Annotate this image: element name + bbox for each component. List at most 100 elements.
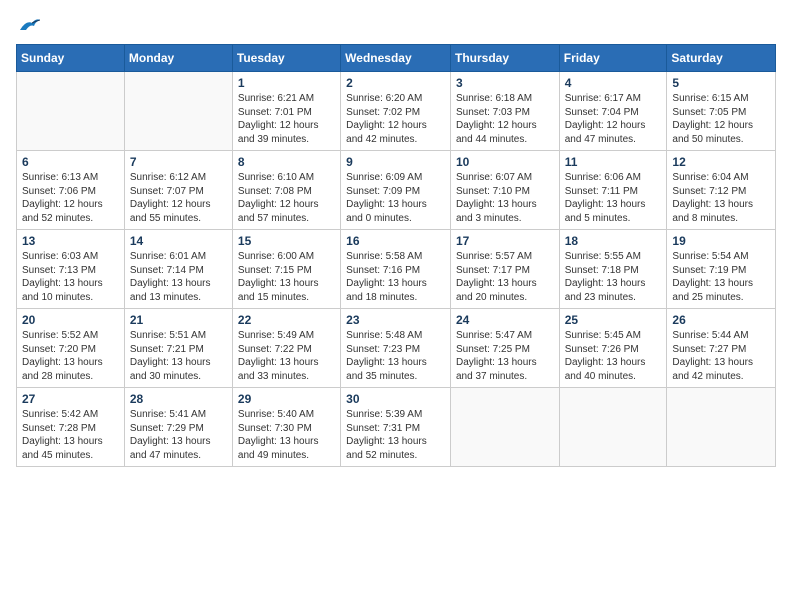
cell-content: Sunrise: 6:13 AM Sunset: 7:06 PM Dayligh… (22, 171, 119, 225)
cell-content: Sunrise: 6:03 AM Sunset: 7:13 PM Dayligh… (22, 250, 119, 304)
calendar-cell: 28Sunrise: 5:41 AM Sunset: 7:29 PM Dayli… (124, 388, 232, 467)
weekday-header-tuesday: Tuesday (232, 45, 340, 72)
calendar-cell: 17 Sunrise: 5:57 AM Sunset: 7:17 PM Dayli… (450, 230, 559, 309)
calendar-cell: 9 Sunrise: 6:09 AM Sunset: 7:09 PM Daylig… (341, 151, 451, 230)
cell-content: Sunrise: 5:57 AM Sunset: 7:17 PM Dayligh… (456, 250, 554, 304)
calendar-cell: 3 Sunrise: 6:18 AM Sunset: 7:03 PM Daylig… (450, 72, 559, 151)
calendar-cell: 22 Sunrise: 5:49 AM Sunset: 7:22 PM Dayli… (232, 309, 340, 388)
weekday-header-friday: Friday (559, 45, 667, 72)
calendar-cell: 2 Sunrise: 6:20 AM Sunset: 7:02 PM Daylig… (341, 72, 451, 151)
cell-content: Sunrise: 5:58 AM Sunset: 7:16 PM Dayligh… (346, 250, 445, 304)
cell-content: Sunrise: 5:47 AM Sunset: 7:25 PM Dayligh… (456, 329, 554, 383)
cell-content: Sunrise: 5:55 AM Sunset: 7:18 PM Dayligh… (565, 250, 662, 304)
cell-content: Sunrise: 6:10 AM Sunset: 7:08 PM Dayligh… (238, 171, 335, 225)
day-number: 19 (672, 234, 770, 248)
day-number: 9 (346, 155, 445, 169)
calendar-cell: 30 Sunrise: 5:39 AM Sunset: 7:31 PM Dayli… (341, 388, 451, 467)
day-number: 15 (238, 234, 335, 248)
cell-content: Sunrise: 5:39 AM Sunset: 7:31 PM Dayligh… (346, 408, 445, 462)
day-number: 11 (565, 155, 662, 169)
calendar-cell (124, 72, 232, 151)
page-header (16, 16, 776, 34)
calendar-cell: 12 Sunrise: 6:04 AM Sunset: 7:12 PM Dayli… (667, 151, 776, 230)
calendar-cell: 23 Sunrise: 5:48 AM Sunset: 7:23 PM Dayli… (341, 309, 451, 388)
weekday-header-saturday: Saturday (667, 45, 776, 72)
cell-content: Sunrise: 5:51 AM Sunset: 7:21 PM Dayligh… (130, 329, 227, 383)
calendar-cell (667, 388, 776, 467)
day-number: 7 (130, 155, 227, 169)
day-number: 4 (565, 76, 662, 90)
day-number: 17 (456, 234, 554, 248)
cell-content: Sunrise: 6:15 AM Sunset: 7:05 PM Dayligh… (672, 92, 770, 146)
cell-content: Sunrise: 6:12 AM Sunset: 7:07 PM Dayligh… (130, 171, 227, 225)
day-number: 30 (346, 392, 445, 406)
cell-content: Sunrise: 5:45 AM Sunset: 7:26 PM Dayligh… (565, 329, 662, 383)
calendar-cell: 19 Sunrise: 5:54 AM Sunset: 7:19 PM Dayli… (667, 230, 776, 309)
day-number: 6 (22, 155, 119, 169)
logo (16, 16, 40, 34)
day-number: 26 (672, 313, 770, 327)
cell-content: Sunrise: 5:42 AM Sunset: 7:28 PM Dayligh… (22, 408, 119, 462)
calendar-cell (17, 72, 125, 151)
day-number: 23 (346, 313, 445, 327)
day-number: 14 (130, 234, 227, 248)
calendar-cell: 1Sunrise: 6:21 AM Sunset: 7:01 PM Daylig… (232, 72, 340, 151)
calendar-week-row: 1Sunrise: 6:21 AM Sunset: 7:01 PM Daylig… (17, 72, 776, 151)
cell-content: Sunrise: 5:49 AM Sunset: 7:22 PM Dayligh… (238, 329, 335, 383)
calendar-cell: 18 Sunrise: 5:55 AM Sunset: 7:18 PM Dayli… (559, 230, 667, 309)
cell-content: Sunrise: 6:01 AM Sunset: 7:14 PM Dayligh… (130, 250, 227, 304)
day-number: 3 (456, 76, 554, 90)
cell-content: Sunrise: 6:07 AM Sunset: 7:10 PM Dayligh… (456, 171, 554, 225)
calendar-cell: 7 Sunrise: 6:12 AM Sunset: 7:07 PM Daylig… (124, 151, 232, 230)
calendar-week-row: 27Sunrise: 5:42 AM Sunset: 7:28 PM Dayli… (17, 388, 776, 467)
cell-content: Sunrise: 6:09 AM Sunset: 7:09 PM Dayligh… (346, 171, 445, 225)
day-number: 12 (672, 155, 770, 169)
cell-content: Sunrise: 6:21 AM Sunset: 7:01 PM Dayligh… (238, 92, 335, 146)
weekday-header-sunday: Sunday (17, 45, 125, 72)
calendar-cell: 16Sunrise: 5:58 AM Sunset: 7:16 PM Dayli… (341, 230, 451, 309)
cell-content: Sunrise: 6:00 AM Sunset: 7:15 PM Dayligh… (238, 250, 335, 304)
calendar-cell: 15 Sunrise: 6:00 AM Sunset: 7:15 PM Dayli… (232, 230, 340, 309)
weekday-header-monday: Monday (124, 45, 232, 72)
logo-bird-icon (18, 16, 40, 34)
calendar-cell: 29 Sunrise: 5:40 AM Sunset: 7:30 PM Dayli… (232, 388, 340, 467)
weekday-header-wednesday: Wednesday (341, 45, 451, 72)
cell-content: Sunrise: 6:20 AM Sunset: 7:02 PM Dayligh… (346, 92, 445, 146)
cell-content: Sunrise: 6:06 AM Sunset: 7:11 PM Dayligh… (565, 171, 662, 225)
day-number: 24 (456, 313, 554, 327)
day-number: 10 (456, 155, 554, 169)
calendar-cell: 14 Sunrise: 6:01 AM Sunset: 7:14 PM Dayli… (124, 230, 232, 309)
calendar-cell: 5 Sunrise: 6:15 AM Sunset: 7:05 PM Daylig… (667, 72, 776, 151)
day-number: 28 (130, 392, 227, 406)
cell-content: Sunrise: 5:52 AM Sunset: 7:20 PM Dayligh… (22, 329, 119, 383)
day-number: 20 (22, 313, 119, 327)
calendar-cell (559, 388, 667, 467)
cell-content: Sunrise: 5:40 AM Sunset: 7:30 PM Dayligh… (238, 408, 335, 462)
day-number: 21 (130, 313, 227, 327)
calendar-week-row: 6 Sunrise: 6:13 AM Sunset: 7:06 PM Daylig… (17, 151, 776, 230)
cell-content: Sunrise: 6:04 AM Sunset: 7:12 PM Dayligh… (672, 171, 770, 225)
day-number: 29 (238, 392, 335, 406)
calendar-cell: 26 Sunrise: 5:44 AM Sunset: 7:27 PM Dayli… (667, 309, 776, 388)
calendar-cell: 24 Sunrise: 5:47 AM Sunset: 7:25 PM Dayli… (450, 309, 559, 388)
calendar-cell: 21 Sunrise: 5:51 AM Sunset: 7:21 PM Dayli… (124, 309, 232, 388)
day-number: 18 (565, 234, 662, 248)
calendar-cell: 8 Sunrise: 6:10 AM Sunset: 7:08 PM Daylig… (232, 151, 340, 230)
calendar-cell: 27Sunrise: 5:42 AM Sunset: 7:28 PM Dayli… (17, 388, 125, 467)
day-number: 2 (346, 76, 445, 90)
cell-content: Sunrise: 5:44 AM Sunset: 7:27 PM Dayligh… (672, 329, 770, 383)
calendar-cell: 20 Sunrise: 5:52 AM Sunset: 7:20 PM Dayli… (17, 309, 125, 388)
cell-content: Sunrise: 5:54 AM Sunset: 7:19 PM Dayligh… (672, 250, 770, 304)
calendar-cell: 13 Sunrise: 6:03 AM Sunset: 7:13 PM Dayli… (17, 230, 125, 309)
calendar-table: SundayMondayTuesdayWednesdayThursdayFrid… (16, 44, 776, 467)
weekday-header-row: SundayMondayTuesdayWednesdayThursdayFrid… (17, 45, 776, 72)
day-number: 22 (238, 313, 335, 327)
cell-content: Sunrise: 5:48 AM Sunset: 7:23 PM Dayligh… (346, 329, 445, 383)
calendar-cell (450, 388, 559, 467)
calendar-cell: 25Sunrise: 5:45 AM Sunset: 7:26 PM Dayli… (559, 309, 667, 388)
day-number: 13 (22, 234, 119, 248)
cell-content: Sunrise: 6:18 AM Sunset: 7:03 PM Dayligh… (456, 92, 554, 146)
day-number: 5 (672, 76, 770, 90)
day-number: 8 (238, 155, 335, 169)
calendar-cell: 4Sunrise: 6:17 AM Sunset: 7:04 PM Daylig… (559, 72, 667, 151)
